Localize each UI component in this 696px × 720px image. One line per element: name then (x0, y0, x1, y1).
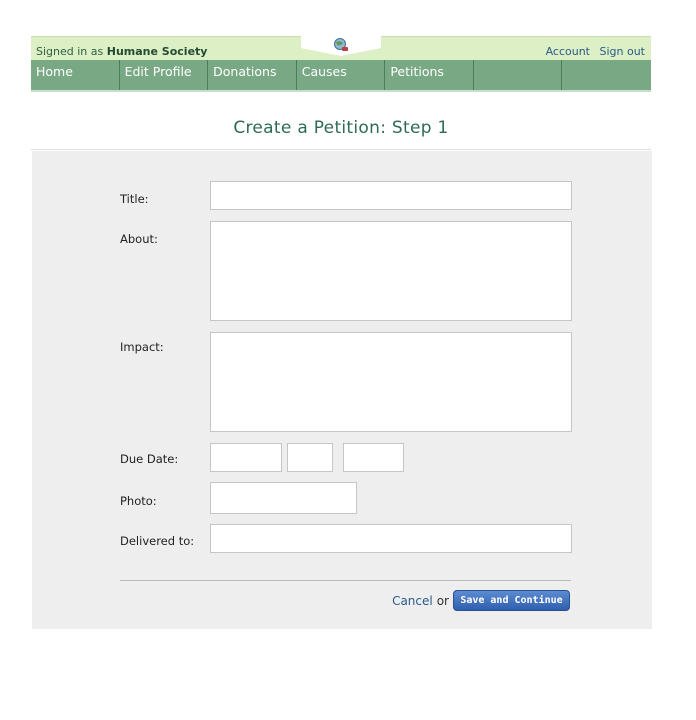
nav-item-empty-2 (562, 60, 651, 90)
form-divider (120, 580, 571, 581)
signout-link[interactable]: Sign out (599, 45, 645, 58)
globe-icon (334, 38, 348, 51)
petition-form: Title: About: Impact: Due Date: Photo: D… (32, 151, 652, 629)
title-label: Title: (120, 192, 149, 206)
nav-item-petitions[interactable]: Petitions (385, 60, 474, 90)
about-label: About: (120, 232, 158, 246)
signed-in-prefix: Signed in as (36, 45, 104, 58)
account-link[interactable]: Account (546, 45, 590, 58)
delivered-to-label: Delivered to: (120, 534, 195, 548)
nav-item-causes[interactable]: Causes (297, 60, 386, 90)
nav-item-empty-1 (474, 60, 563, 90)
form-actions: Cancel or Save and Continue (392, 590, 570, 611)
main-nav: Home Edit Profile Donations Causes Petit… (31, 60, 651, 92)
due-year-input[interactable] (343, 443, 404, 472)
save-and-continue-button[interactable]: Save and Continue (453, 590, 570, 611)
photo-file-input[interactable] (210, 482, 357, 514)
due-day-input[interactable] (287, 443, 333, 472)
title-input[interactable] (210, 181, 572, 210)
signed-in-text: Signed in as Humane Society (36, 45, 207, 58)
due-date-label: Due Date: (120, 452, 179, 466)
photo-label: Photo: (120, 494, 157, 508)
organization-name: Humane Society (106, 45, 208, 58)
cancel-link[interactable]: Cancel (392, 594, 433, 608)
logo-tab (301, 36, 381, 56)
due-month-input[interactable] (210, 443, 282, 472)
delivered-to-input[interactable] (210, 524, 572, 553)
page-title: Create a Petition: Step 1 (233, 118, 449, 138)
or-text: or (436, 593, 449, 608)
nav-item-edit-profile[interactable]: Edit Profile (120, 60, 209, 90)
title-divider (31, 149, 651, 150)
impact-textarea[interactable] (210, 332, 572, 432)
about-textarea[interactable] (210, 221, 572, 321)
nav-item-home[interactable]: Home (31, 60, 120, 90)
nav-item-donations[interactable]: Donations (208, 60, 297, 90)
account-links: Account Sign out (540, 45, 645, 58)
impact-label: Impact: (120, 340, 164, 354)
account-bar: Signed in as Humane Society Account Sign… (31, 36, 651, 61)
